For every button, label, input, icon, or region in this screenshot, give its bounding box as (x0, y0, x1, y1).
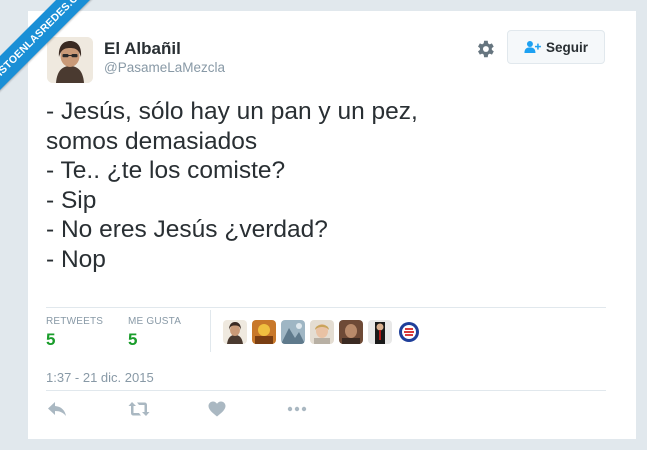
tweet-line: - Nop (46, 245, 106, 273)
display-name[interactable]: El Albañil (104, 39, 181, 59)
retweets-count[interactable]: 5 (46, 330, 55, 350)
tweet-line: - No eres Jesús ¿verdad? (46, 216, 328, 243)
liker-avatar[interactable] (281, 320, 305, 344)
tweet-line: - Te.. ¿te los comiste? (46, 157, 286, 184)
reply-icon[interactable] (46, 398, 68, 420)
tweet-text: - Jesús, sólo hay un pan y un pez, somos… (46, 97, 566, 274)
follow-label: Seguir (545, 39, 588, 55)
liker-avatar[interactable] (339, 320, 363, 344)
avatar[interactable] (47, 37, 93, 83)
divider (46, 307, 606, 308)
liker-avatar[interactable] (252, 320, 276, 344)
liker-avatar[interactable] (223, 320, 247, 344)
tweet-line: - Sip (46, 186, 97, 214)
tweet-line: somos demasiados (46, 127, 258, 155)
likes-label[interactable]: ME GUSTA (128, 316, 181, 327)
divider (46, 390, 606, 391)
retweet-icon[interactable] (128, 398, 150, 420)
tweet-line: - Jesús, sólo hay un pan y un pez, (46, 98, 418, 125)
likes-count[interactable]: 5 (128, 330, 137, 350)
stats-separator (210, 310, 211, 352)
heart-icon[interactable] (206, 398, 228, 420)
retweets-label[interactable]: RETWEETS (46, 316, 103, 327)
liker-avatar[interactable] (397, 320, 421, 344)
tweet-timestamp[interactable]: 1:37 - 21 dic. 2015 (46, 370, 154, 385)
user-handle[interactable]: @PasameLaMezcla (104, 60, 225, 75)
follow-button[interactable]: Seguir (507, 30, 605, 64)
more-icon[interactable] (286, 398, 308, 420)
liker-avatar[interactable] (368, 320, 392, 344)
liker-avatar[interactable] (310, 320, 334, 344)
add-user-icon (524, 41, 541, 53)
gear-icon[interactable] (474, 38, 496, 60)
